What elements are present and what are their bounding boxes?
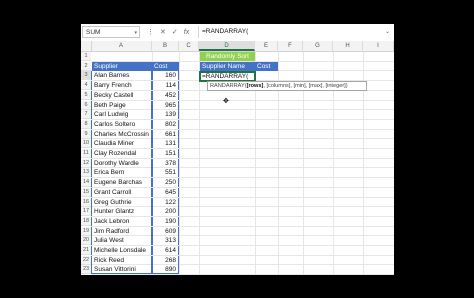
row-header[interactable]: 23: [81, 265, 91, 275]
sort-panel-title: Randomly Sort: [200, 52, 255, 61]
row-header[interactable]: 22: [81, 255, 91, 265]
row-header[interactable]: 17: [81, 207, 91, 217]
row-header[interactable]: 1: [81, 52, 91, 61]
row-header[interactable]: 21: [81, 246, 91, 255]
supplier-cell[interactable]: Clay Rozendal: [91, 149, 152, 158]
cost-cell[interactable]: 965: [152, 100, 179, 110]
cost-cell[interactable]: 200: [152, 207, 179, 217]
column-header[interactable]: D: [199, 41, 255, 51]
supplier-cell[interactable]: Beth Paige: [91, 100, 152, 110]
supplier-cell[interactable]: Charles McCrossin: [91, 129, 152, 139]
row-header[interactable]: 8: [81, 119, 91, 129]
row-header[interactable]: 6: [81, 100, 91, 110]
supplier-cell[interactable]: Becky Castell: [91, 90, 152, 100]
supplier-header: Supplier: [92, 61, 152, 71]
formula-text: =RANDARRAY(: [202, 28, 249, 35]
supplier-cell[interactable]: Jim Radford: [91, 226, 152, 236]
cost-cell[interactable]: 122: [152, 197, 179, 207]
tooltip-function-name[interactable]: RANDARRAY(: [210, 83, 247, 89]
supplier-name-header: Supplier Name: [200, 62, 255, 71]
supplier-cell[interactable]: Eugene Barchas: [91, 178, 152, 188]
tooltip-current-argument: [rows]: [246, 83, 264, 89]
cost-cell[interactable]: 151: [152, 149, 179, 158]
row-header[interactable]: 3: [81, 71, 91, 81]
row-header[interactable]: 15: [81, 187, 91, 197]
cost-header: Cost: [152, 61, 179, 71]
cost-cell[interactable]: 131: [152, 139, 179, 149]
chevron-down-icon[interactable]: ▾: [134, 27, 137, 39]
row-header[interactable]: 14: [81, 178, 91, 188]
insert-function-icon[interactable]: fx: [184, 29, 189, 36]
cost-cell[interactable]: 452: [152, 90, 179, 100]
cost-cell[interactable]: 614: [152, 246, 179, 255]
supplier-cell[interactable]: Barry French: [91, 81, 152, 91]
cost-cell[interactable]: 890: [152, 265, 179, 275]
row-header[interactable]: 10: [81, 139, 91, 149]
supplier-cell[interactable]: Grant Carroll: [91, 187, 152, 197]
cost-cell[interactable]: 139: [152, 110, 179, 120]
row-header[interactable]: 4: [81, 81, 91, 91]
supplier-cell[interactable]: Erica Bern: [91, 168, 152, 178]
row-header[interactable]: 12: [81, 158, 91, 168]
column-header[interactable]: F: [278, 41, 303, 51]
row-header[interactable]: 19: [81, 226, 91, 236]
column-header[interactable]: E: [255, 41, 278, 51]
row-header[interactable]: 9: [81, 129, 91, 139]
supplier-cell[interactable]: Michelle Lonsdale: [91, 246, 152, 255]
function-tooltip: RANDARRAY([rows], [columns], [min], [max…: [207, 81, 367, 91]
supplier-cell[interactable]: Susan Vittorini: [91, 265, 152, 275]
row-header[interactable]: 18: [81, 216, 91, 226]
row-header[interactable]: 11: [81, 149, 91, 158]
row-header[interactable]: 20: [81, 236, 91, 246]
supplier-cell[interactable]: Carl Ludwig: [91, 110, 152, 120]
cost-cell[interactable]: 114: [152, 81, 179, 91]
column-headers: A B C D E F G H I: [81, 41, 394, 52]
cost-header: Cost: [255, 62, 278, 71]
formula-bar: SUM ▾ ⋮ ✕ ✓ fx =RANDARRAY( ⌄: [81, 24, 394, 42]
supplier-cell[interactable]: Rick Reed: [91, 255, 152, 265]
supplier-cell[interactable]: Julia West: [91, 236, 152, 246]
cost-cell[interactable]: 661: [152, 129, 179, 139]
supplier-cell[interactable]: Alan Barnes: [91, 71, 152, 81]
row-header[interactable]: 2: [81, 61, 91, 71]
more-options-icon: ⋮: [147, 29, 154, 36]
supplier-cell[interactable]: Carlos Soltero: [91, 119, 152, 129]
cost-cell[interactable]: 250: [152, 178, 179, 188]
mouse-cursor-icon: ✥: [223, 98, 229, 105]
name-box-value: SUM: [86, 29, 101, 36]
cost-cell[interactable]: 160: [152, 71, 179, 81]
cost-cell[interactable]: 551: [152, 168, 179, 178]
row-header[interactable]: 16: [81, 197, 91, 207]
cost-cell[interactable]: 609: [152, 226, 179, 236]
spreadsheet-window: SUM ▾ ⋮ ✕ ✓ fx =RANDARRAY( ⌄ A B C D E F…: [81, 24, 394, 275]
supplier-cell[interactable]: Jack Lebron: [91, 216, 152, 226]
column-header[interactable]: C: [179, 41, 199, 51]
supplier-cell[interactable]: Greg Guthrie: [91, 197, 152, 207]
formula-input[interactable]: =RANDARRAY( ⌄: [198, 26, 392, 38]
cost-cell[interactable]: 645: [152, 187, 179, 197]
column-header[interactable]: I: [363, 41, 394, 51]
cost-cell[interactable]: 190: [152, 216, 179, 226]
cost-cell[interactable]: 268: [152, 255, 179, 265]
column-header[interactable]: H: [333, 41, 363, 51]
row-header[interactable]: 13: [81, 168, 91, 178]
supplier-cell[interactable]: Hunter Glantz: [91, 207, 152, 217]
supplier-cell[interactable]: Claudia Miner: [91, 139, 152, 149]
column-header[interactable]: B: [152, 41, 179, 51]
enter-icon[interactable]: ✓: [172, 28, 178, 36]
cost-cell[interactable]: 378: [152, 158, 179, 168]
column-header[interactable]: G: [303, 41, 333, 51]
cost-cell[interactable]: 313: [152, 236, 179, 246]
column-header[interactable]: A: [91, 41, 152, 51]
row-header[interactable]: 5: [81, 90, 91, 100]
cancel-icon[interactable]: ✕: [160, 28, 166, 36]
expand-formula-bar-icon[interactable]: ⌄: [385, 26, 390, 38]
supplier-cell[interactable]: Dorothy Wardle: [91, 158, 152, 168]
cost-cell[interactable]: 802: [152, 119, 179, 129]
name-box[interactable]: SUM ▾: [82, 26, 140, 38]
tooltip-other-arguments: , [columns], [min], [max], [integer]): [263, 83, 348, 89]
row-header[interactable]: 7: [81, 110, 91, 120]
